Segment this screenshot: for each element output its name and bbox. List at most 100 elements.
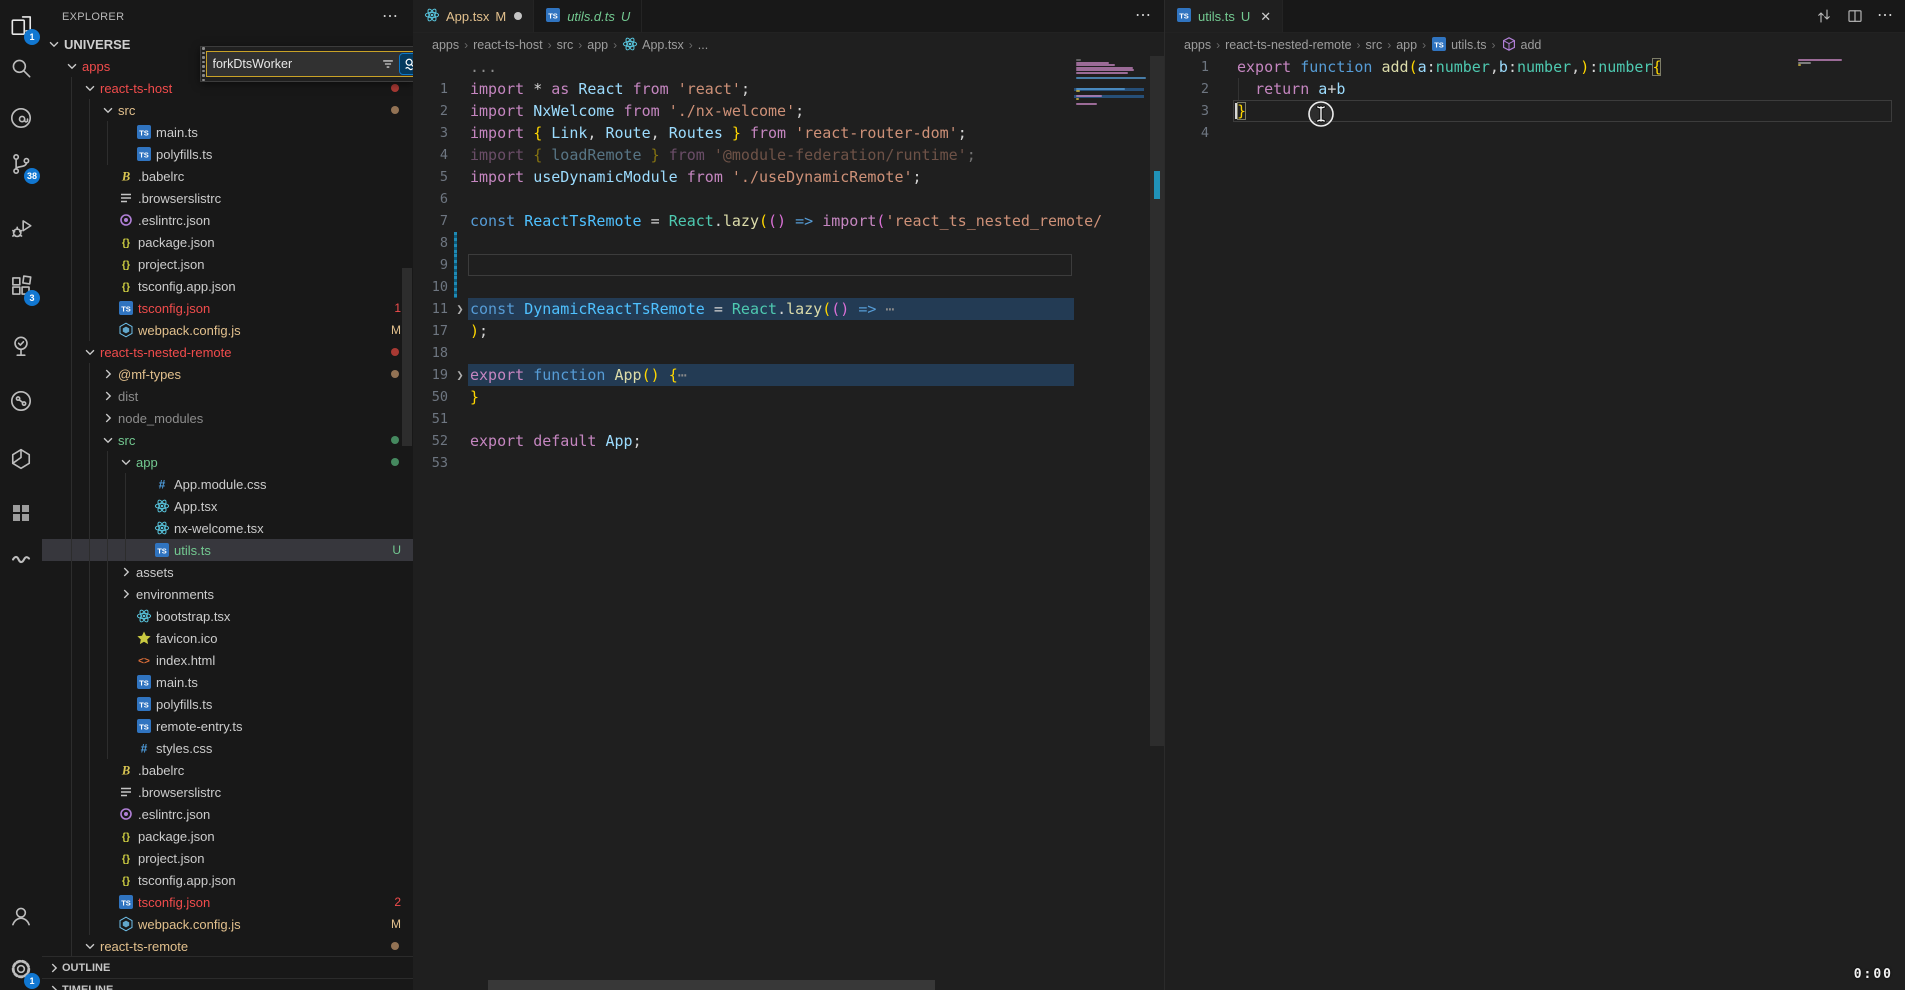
activity-explorer-icon[interactable]: 1 bbox=[0, 8, 42, 42]
activity-run-debug-icon[interactable] bbox=[0, 212, 42, 246]
tree-item-bootstrap.tsx[interactable]: bootstrap.tsx bbox=[42, 605, 413, 627]
tree-item-environments[interactable]: environments bbox=[42, 583, 413, 605]
minimap[interactable] bbox=[1796, 57, 1848, 990]
tree-item-package.json[interactable]: {}package.json bbox=[42, 825, 413, 847]
tree-item-assets[interactable]: assets bbox=[42, 561, 413, 583]
activity-console-ninja-icon[interactable] bbox=[0, 442, 42, 476]
tab-utils.ts[interactable]: TSutils.tsU✕ bbox=[1165, 0, 1283, 32]
code-line[interactable]: 53 bbox=[413, 452, 1164, 474]
tree-item-app[interactable]: app bbox=[42, 451, 413, 473]
tree-item-react-ts-remote[interactable]: react-ts-remote bbox=[42, 935, 413, 957]
code-editor[interactable]: ...1import * as React from 'react';2impo… bbox=[413, 56, 1164, 990]
code-line[interactable]: 19❯export function App() {⋯ bbox=[413, 364, 1164, 386]
code-line[interactable]: 50} bbox=[413, 386, 1164, 408]
tree-item-project.json[interactable]: {}project.json bbox=[42, 253, 413, 275]
compare-icon[interactable] bbox=[1815, 7, 1833, 25]
activity-settings-icon[interactable]: 1 bbox=[0, 952, 42, 986]
tree-item-project.json[interactable]: {}project.json bbox=[42, 847, 413, 869]
breadcrumb-react-ts-host[interactable]: react-ts-host bbox=[473, 38, 542, 52]
breadcrumb-add[interactable]: add bbox=[1501, 36, 1542, 55]
breadcrumb-src[interactable]: src bbox=[557, 38, 574, 52]
code-line[interactable]: 5import useDynamicModule from './useDyna… bbox=[413, 166, 1164, 188]
tree-item-styles.css[interactable]: #styles.css bbox=[42, 737, 413, 759]
tree-item-index.html[interactable]: <>index.html bbox=[42, 649, 413, 671]
tree-item-polyfills.ts[interactable]: TSpolyfills.ts bbox=[42, 693, 413, 715]
code-line[interactable]: 4import { loadRemote } from '@module-fed… bbox=[413, 144, 1164, 166]
code-line[interactable]: 10 bbox=[413, 276, 1164, 298]
code-editor[interactable]: 1export function add(a:number,b:number,)… bbox=[1165, 56, 1905, 990]
tree-item-polyfills.ts[interactable]: TSpolyfills.ts bbox=[42, 143, 413, 165]
tree-item-app.module.css[interactable]: #App.module.css bbox=[42, 473, 413, 495]
timeline-section[interactable]: TIMELINE bbox=[42, 978, 413, 990]
code-line[interactable]: 2import NxWelcome from './nx-welcome'; bbox=[413, 100, 1164, 122]
tree-item-tsconfig.json[interactable]: TStsconfig.json1 bbox=[42, 297, 413, 319]
fold-chevron-icon[interactable]: ❯ bbox=[453, 364, 467, 386]
breadcrumb-apps[interactable]: apps bbox=[1184, 38, 1211, 52]
tree-item-tsconfig.json[interactable]: TStsconfig.json2 bbox=[42, 891, 413, 913]
tree-item-tsconfig.app.json[interactable]: {}tsconfig.app.json bbox=[42, 275, 413, 297]
tab-app.tsx[interactable]: App.tsxM bbox=[413, 0, 534, 32]
tree-item-.browserslistrc[interactable]: .browserslistrc bbox=[42, 187, 413, 209]
tree-item-@mf-types[interactable]: @mf-types bbox=[42, 363, 413, 385]
code-line[interactable]: 6 bbox=[413, 188, 1164, 210]
tree-item-package.json[interactable]: {}package.json bbox=[42, 231, 413, 253]
tab-utils.d.ts[interactable]: TSutils.d.tsU bbox=[534, 0, 642, 32]
breadcrumb-apps[interactable]: apps bbox=[432, 38, 459, 52]
activity-project-tree-icon[interactable] bbox=[0, 329, 42, 363]
vertical-scrollbar[interactable] bbox=[1150, 56, 1164, 746]
minimap[interactable] bbox=[1074, 57, 1150, 990]
fuzzy-search-icon[interactable] bbox=[400, 54, 415, 74]
code-line[interactable]: 7const ReactTsRemote = React.lazy(() => … bbox=[413, 210, 1164, 232]
tree-item-.browserslistrc[interactable]: .browserslistrc bbox=[42, 781, 413, 803]
code-line[interactable]: 1import * as React from 'react'; bbox=[413, 78, 1164, 100]
tree-item-webpack.config.js[interactable]: webpack.config.jsM bbox=[42, 319, 413, 341]
code-line[interactable]: ... bbox=[413, 56, 1164, 78]
explorer-more-actions-icon[interactable]: ⋯ bbox=[382, 12, 399, 22]
code-line[interactable]: 51 bbox=[413, 408, 1164, 430]
code-line[interactable]: 2 return a+b bbox=[1165, 78, 1905, 100]
tree-item-node_modules[interactable]: node_modules bbox=[42, 407, 413, 429]
activity-wave-icon[interactable] bbox=[0, 540, 42, 574]
code-line[interactable]: 17); bbox=[413, 320, 1164, 342]
horizontal-scrollbar[interactable] bbox=[488, 980, 935, 990]
breadcrumb-app[interactable]: app bbox=[587, 38, 608, 52]
sidebar-scrollbar[interactable] bbox=[402, 268, 412, 446]
tree-item-tsconfig.app.json[interactable]: {}tsconfig.app.json bbox=[42, 869, 413, 891]
code-line[interactable]: 3import { Link, Route, Routes } from 're… bbox=[413, 122, 1164, 144]
code-line[interactable]: 9 bbox=[413, 254, 1164, 276]
breadcrumb-app[interactable]: app bbox=[1396, 38, 1417, 52]
tree-item-.babelrc[interactable]: B.babelrc bbox=[42, 165, 413, 187]
tree-item-.eslintrc.json[interactable]: .eslintrc.json bbox=[42, 803, 413, 825]
activity-account-icon[interactable] bbox=[0, 899, 42, 933]
tree-item-nx-welcome.tsx[interactable]: nx-welcome.tsx bbox=[42, 517, 413, 539]
more-icon[interactable]: ⋯ bbox=[1877, 11, 1894, 21]
code-line[interactable]: 18 bbox=[413, 342, 1164, 364]
tree-item-remote-entry.ts[interactable]: TSremote-entry.ts bbox=[42, 715, 413, 737]
tree-item-favicon.ico[interactable]: favicon.ico bbox=[42, 627, 413, 649]
split-icon[interactable] bbox=[1846, 7, 1864, 25]
breadcrumb-utils.ts[interactable]: TSutils.ts bbox=[1431, 36, 1486, 55]
tree-item-main.ts[interactable]: TSmain.ts bbox=[42, 121, 413, 143]
tree-find-input[interactable] bbox=[207, 57, 378, 71]
tree-item-webpack.config.js[interactable]: webpack.config.jsM bbox=[42, 913, 413, 935]
more-icon[interactable]: ⋯ bbox=[1135, 11, 1152, 21]
tab-close-icon[interactable]: ✕ bbox=[1260, 10, 1271, 23]
tree-item-src[interactable]: src bbox=[42, 429, 413, 451]
breadcrumb-src[interactable]: src bbox=[1366, 38, 1383, 52]
code-line[interactable]: 4 bbox=[1165, 122, 1905, 144]
tree-item-src[interactable]: src bbox=[42, 99, 413, 121]
activity-nx-console-icon[interactable] bbox=[0, 101, 42, 135]
outline-section[interactable]: OUTLINE bbox=[42, 956, 413, 979]
breadcrumb-app.tsx[interactable]: App.tsx bbox=[622, 36, 684, 55]
activity-source-control-icon[interactable]: 38 bbox=[0, 147, 42, 181]
activity-search-icon[interactable] bbox=[0, 51, 42, 85]
filter-icon[interactable] bbox=[378, 54, 398, 74]
tree-item-app.tsx[interactable]: App.tsx bbox=[42, 495, 413, 517]
tree-item-react-ts-nested-remote[interactable]: react-ts-nested-remote bbox=[42, 341, 413, 363]
code-line[interactable]: 52export default App; bbox=[413, 430, 1164, 452]
code-line[interactable]: 8 bbox=[413, 232, 1164, 254]
activity-grid-icon[interactable] bbox=[0, 496, 42, 530]
activity-commit-graph-icon[interactable] bbox=[0, 384, 42, 418]
breadcrumb-react-ts-nested-remote[interactable]: react-ts-nested-remote bbox=[1225, 38, 1351, 52]
fold-chevron-icon[interactable]: ❯ bbox=[453, 298, 467, 320]
